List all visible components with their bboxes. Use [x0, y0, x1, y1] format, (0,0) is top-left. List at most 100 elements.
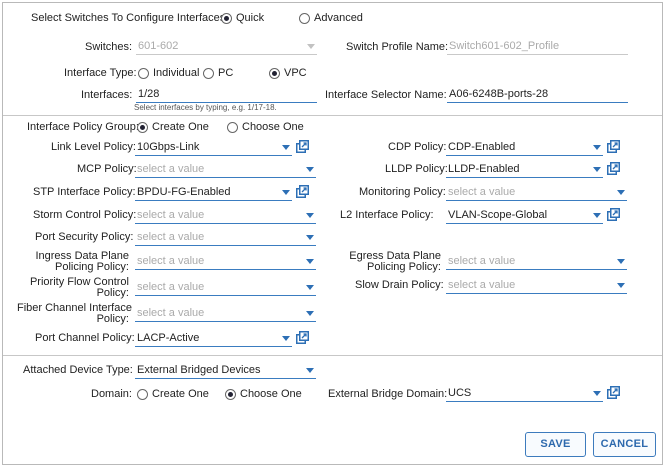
interface-type-label: Interface Type: [64, 67, 137, 79]
chevron-down-icon [617, 259, 625, 264]
slow-drain-label: Slow Drain Policy: [355, 279, 444, 291]
radio-vpc[interactable]: VPC [269, 67, 307, 79]
configure-interfaces-panel: Select Switches To Configure Interfaces:… [2, 2, 663, 465]
l2-label: L2 Interface Policy: [340, 209, 434, 221]
switch-profile-field[interactable]: Switch601-602_Profile [447, 38, 628, 55]
chevron-down-icon [306, 311, 314, 316]
radio-pc[interactable]: PC [203, 67, 233, 79]
interface-selector-input[interactable]: A06-6248B-ports-28 [447, 86, 628, 103]
attached-device-value: External Bridged Devices [137, 364, 261, 376]
radio-domain-choose-one-label: Choose One [240, 388, 302, 400]
open-external-icon[interactable] [296, 331, 309, 344]
l2-select[interactable]: VLAN-Scope-Global [446, 207, 603, 224]
slow-drain-select[interactable]: select a value [446, 277, 627, 294]
chevron-down-icon [306, 368, 314, 373]
chevron-down-icon [617, 283, 625, 288]
lldp-value: LLDP-Enabled [448, 163, 520, 175]
fiber-label: Fiber Channel Interface Policy: [17, 303, 132, 325]
port-channel-select[interactable]: LACP-Active [135, 330, 292, 347]
attached-device-select[interactable]: External Bridged Devices [135, 362, 316, 379]
egress-label-line2: Policing Policy: [367, 261, 441, 273]
radio-dot-domain-choose-one[interactable] [225, 388, 236, 400]
radio-domain-choose-one[interactable]: Choose One [225, 388, 302, 400]
radio-choose-one[interactable]: Choose One [227, 121, 304, 133]
radio-vpc-label: VPC [284, 67, 307, 79]
mcp-placeholder: select a value [137, 163, 205, 175]
fiber-label-line2: Policy: [96, 313, 129, 325]
cancel-button[interactable]: CANCEL [593, 432, 656, 457]
link-level-select[interactable]: 10Gbps-Link [135, 139, 292, 156]
ingress-placeholder: select a value [137, 255, 205, 267]
pfc-label-line2: Policy: [96, 287, 129, 299]
chevron-down-icon [306, 285, 314, 290]
open-external-icon[interactable] [607, 140, 620, 153]
radio-dot-quick[interactable] [221, 12, 232, 24]
monitoring-select[interactable]: select a value [446, 184, 627, 201]
switches-value: 601-602 [138, 40, 179, 52]
radio-create-one[interactable]: Create One [137, 121, 209, 133]
stp-select[interactable]: BPDU-FG-Enabled [135, 184, 292, 201]
switches-select[interactable]: 601-602 [136, 38, 317, 55]
radio-individual[interactable]: Individual [138, 67, 199, 79]
switch-profile-label: Switch Profile Name: [346, 41, 449, 53]
chevron-down-icon [282, 145, 290, 150]
radio-dot-create-one[interactable] [137, 121, 148, 133]
radio-quick[interactable]: Quick [221, 12, 264, 24]
radio-create-one-label: Create One [152, 121, 209, 133]
section-divider [3, 355, 662, 356]
radio-quick-label: Quick [236, 12, 265, 24]
radio-pc-label: PC [218, 67, 234, 79]
lldp-select[interactable]: LLDP-Enabled [446, 161, 603, 178]
radio-dot-domain-create-one[interactable] [137, 388, 148, 400]
cdp-value: CDP-Enabled [448, 141, 516, 153]
radio-domain-create-one[interactable]: Create One [137, 388, 209, 400]
ingress-label: Ingress Data Plane Policing Policy: [23, 251, 129, 273]
external-bridge-domain-select[interactable]: UCS [446, 385, 603, 402]
port-security-label: Port Security Policy: [35, 231, 134, 243]
cdp-select[interactable]: CDP-Enabled [446, 139, 603, 156]
open-external-icon[interactable] [607, 208, 620, 221]
open-external-icon[interactable] [607, 386, 620, 399]
cdp-label: CDP Policy: [388, 141, 447, 153]
port-security-select[interactable]: select a value [135, 229, 316, 246]
radio-dot-choose-one[interactable] [227, 121, 238, 133]
mcp-select[interactable]: select a value [135, 161, 316, 178]
slow-drain-placeholder: select a value [448, 279, 516, 291]
ingress-label-line2: Policing Policy: [55, 261, 129, 273]
save-button[interactable]: SAVE [525, 432, 586, 457]
radio-dot-individual[interactable] [138, 67, 149, 79]
pfc-label: Priority Flow Control Policy: [23, 277, 129, 299]
interfaces-input[interactable]: 1/28 [136, 86, 317, 103]
chevron-down-icon [593, 213, 601, 218]
radio-advanced[interactable]: Advanced [299, 12, 363, 24]
open-external-icon[interactable] [607, 162, 620, 175]
egress-select[interactable]: select a value [446, 253, 627, 270]
interfaces-value: 1/28 [138, 88, 160, 100]
fiber-select[interactable]: select a value [135, 305, 316, 322]
chevron-down-icon [306, 259, 314, 264]
interfaces-label: Interfaces: [81, 89, 133, 101]
attached-device-label: Attached Device Type: [23, 364, 133, 376]
pfc-select[interactable]: select a value [135, 279, 316, 296]
radio-dot-advanced[interactable] [299, 12, 310, 24]
chevron-down-icon [593, 145, 601, 150]
egress-label: Egress Data Plane Policing Policy: [339, 251, 441, 273]
lldp-label: LLDP Policy: [385, 163, 448, 175]
section-divider [3, 115, 662, 116]
open-external-icon[interactable] [296, 140, 309, 153]
storm-label: Storm Control Policy: [33, 209, 137, 221]
domain-label: Domain: [91, 388, 132, 400]
chevron-down-icon [593, 167, 601, 172]
stp-label: STP Interface Policy: [33, 186, 136, 198]
mcp-label: MCP Policy: [77, 163, 137, 175]
open-external-icon[interactable] [296, 185, 309, 198]
chevron-down-icon [593, 391, 601, 396]
storm-select[interactable]: select a value [135, 207, 316, 224]
egress-placeholder: select a value [448, 255, 516, 267]
radio-dot-vpc[interactable] [269, 67, 280, 79]
radio-advanced-label: Advanced [314, 12, 363, 24]
radio-dot-pc[interactable] [203, 67, 214, 79]
ingress-select[interactable]: select a value [135, 253, 316, 270]
external-bridge-domain-value: UCS [448, 387, 472, 399]
radio-domain-create-one-label: Create One [152, 388, 209, 400]
